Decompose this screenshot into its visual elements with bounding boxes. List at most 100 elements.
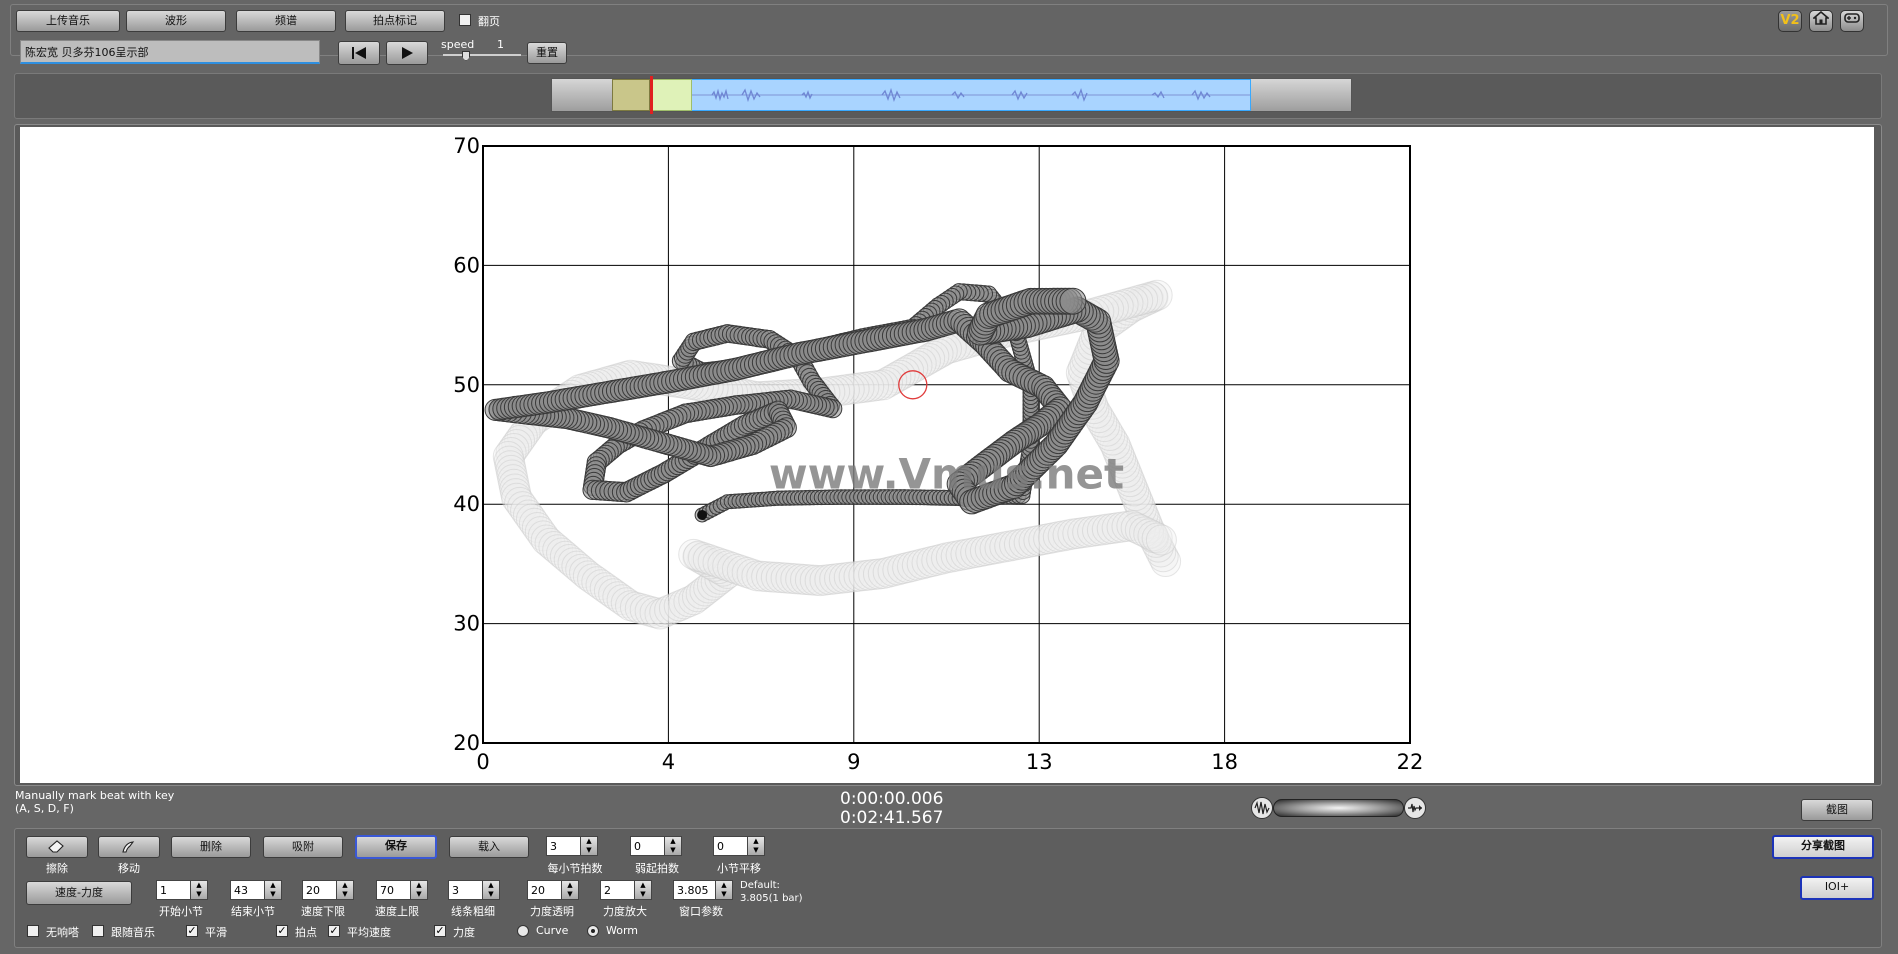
beat-sound-icon[interactable]	[1404, 797, 1426, 819]
pickup-beats-label: 弱起拍数	[635, 862, 679, 875]
turn-page-checkbox[interactable]	[459, 14, 471, 26]
beats-label: 拍点	[295, 926, 317, 939]
volume-control[interactable]	[1251, 797, 1426, 819]
end-bar-input[interactable]	[231, 881, 265, 899]
bar-offset-label: 小节平移	[717, 862, 761, 875]
y-tick-label: 60	[453, 253, 480, 277]
waveform-button[interactable]: 波形	[126, 10, 226, 32]
curve-radio[interactable]	[517, 925, 529, 937]
eraser-icon	[48, 840, 64, 853]
bar-offset-spinner[interactable]: ▲▼	[713, 836, 765, 856]
avg-tempo-checkbox[interactable]: ✓	[328, 925, 340, 937]
bar-offset-input[interactable]	[714, 837, 748, 855]
rewind-button[interactable]	[338, 41, 380, 65]
beats-per-bar-input[interactable]	[547, 837, 581, 855]
start-bar-input[interactable]	[157, 881, 191, 899]
speed-slider-thumb[interactable]	[462, 51, 470, 61]
x-tick-label: 13	[1026, 750, 1053, 774]
y-tick-label: 50	[453, 373, 480, 397]
tempo-dynamics-button[interactable]: 速度-力度	[26, 881, 132, 905]
end-bar-spinner[interactable]: ▲▼	[230, 880, 282, 900]
loop-end-region[interactable]	[652, 79, 692, 111]
follow-music-label: 跟随音乐	[111, 926, 155, 939]
delete-button[interactable]: 删除	[171, 836, 251, 858]
dyn-scale-input[interactable]	[601, 881, 635, 899]
loop-start-region[interactable]	[612, 79, 650, 111]
performance-worm-chart[interactable]: 0 4 9 13 18 22706050403020www.Vmus.net	[20, 127, 1874, 783]
key-hint-line2: (A, S, D, F)	[15, 802, 74, 815]
gamepad-icon[interactable]	[1840, 10, 1864, 32]
play-button[interactable]	[386, 41, 428, 65]
follow-music-checkbox[interactable]	[92, 925, 104, 937]
pickup-beats-spinner[interactable]: ▲▼	[630, 836, 682, 856]
speed-reset-button[interactable]: 重置	[527, 42, 567, 64]
track-title-text: 陈宏宽 贝多芬106呈示部	[25, 46, 149, 59]
x-tick-label: 9	[847, 750, 860, 774]
dynamics-checkbox[interactable]: ✓	[434, 925, 446, 937]
window-param-spinner[interactable]: ▲▼	[673, 880, 733, 900]
end-bar-label: 结束小节	[231, 905, 275, 918]
x-tick-label: 18	[1211, 750, 1238, 774]
default-line2: 3.805(1 bar)	[740, 893, 803, 904]
smooth-label: 平滑	[205, 926, 227, 939]
spectrum-button[interactable]: 频谱	[236, 10, 336, 32]
line-width-spinner[interactable]: ▲▼	[448, 880, 500, 900]
waveform-trace	[652, 87, 1250, 103]
snap-button[interactable]: 吸附	[263, 836, 343, 858]
smooth-checkbox[interactable]: ✓	[186, 925, 198, 937]
no-delay-label: 无响嗒	[46, 926, 79, 939]
home-icon[interactable]	[1809, 10, 1833, 32]
move-button[interactable]	[98, 836, 160, 858]
worm-radio[interactable]	[587, 925, 599, 937]
tempo-min-input[interactable]	[303, 881, 337, 899]
speed-slider-track[interactable]	[443, 54, 521, 56]
tempo-min-spinner[interactable]: ▲▼	[302, 880, 354, 900]
dyn-transparency-spinner[interactable]: ▲▼	[527, 880, 579, 900]
start-bar-label: 开始小节	[159, 905, 203, 918]
start-bar-spinner[interactable]: ▲▼	[156, 880, 208, 900]
volume-bar[interactable]	[1273, 799, 1404, 817]
worm-point	[1059, 287, 1087, 315]
dynamics-label: 力度	[453, 926, 475, 939]
beat-mark-button[interactable]: 拍点标记	[345, 10, 445, 32]
upload-music-button[interactable]: 上传音乐	[16, 10, 120, 32]
dyn-transparency-label: 力度透明	[530, 905, 574, 918]
beats-checkbox[interactable]: ✓	[276, 925, 288, 937]
pickup-beats-input[interactable]	[631, 837, 665, 855]
worm-label: Worm	[606, 924, 639, 937]
no-delay-checkbox[interactable]	[27, 925, 39, 937]
tempo-max-spinner[interactable]: ▲▼	[376, 880, 428, 900]
y-tick-label: 70	[453, 134, 480, 158]
ioi-button[interactable]: IOI+	[1800, 876, 1874, 900]
dyn-transparency-input[interactable]	[528, 881, 562, 899]
avg-tempo-label: 平均速度	[347, 926, 391, 939]
shadow-worm-point	[1145, 524, 1177, 556]
screenshot-button[interactable]: 截图	[1801, 799, 1873, 821]
waveform-toggle-icon[interactable]	[1251, 797, 1273, 819]
save-button[interactable]: 保存	[355, 835, 437, 859]
turn-page-label: 翻页	[478, 15, 500, 28]
window-param-label: 窗口参数	[679, 905, 723, 918]
track-title-field[interactable]: 陈宏宽 贝多芬106呈示部	[20, 40, 320, 64]
share-screenshot-button[interactable]: 分享截图	[1772, 835, 1874, 859]
key-hint-line1: Manually mark beat with key	[15, 789, 175, 802]
watermark-text: www.Vmus.net	[769, 450, 1124, 499]
tempo-max-input[interactable]	[377, 881, 411, 899]
playhead-marker[interactable]	[650, 76, 653, 114]
v2-badge-icon[interactable]: V2	[1778, 10, 1802, 32]
erase-button[interactable]	[26, 836, 88, 858]
beats-per-bar-spinner[interactable]: ▲▼	[546, 836, 598, 856]
load-button[interactable]: 载入	[449, 836, 529, 858]
curve-label: Curve	[536, 924, 569, 937]
speed-value: 1	[497, 38, 504, 51]
line-width-input[interactable]	[449, 881, 483, 899]
line-width-label: 线条粗细	[451, 905, 495, 918]
worm-start-point	[697, 509, 708, 520]
erase-label: 擦除	[46, 862, 68, 875]
dyn-scale-label: 力度放大	[603, 905, 647, 918]
dyn-scale-spinner[interactable]: ▲▼	[600, 880, 652, 900]
x-tick-label: 4	[662, 750, 675, 774]
play-icon	[402, 47, 413, 59]
window-param-input[interactable]	[674, 881, 716, 899]
y-tick-label: 20	[453, 731, 480, 755]
